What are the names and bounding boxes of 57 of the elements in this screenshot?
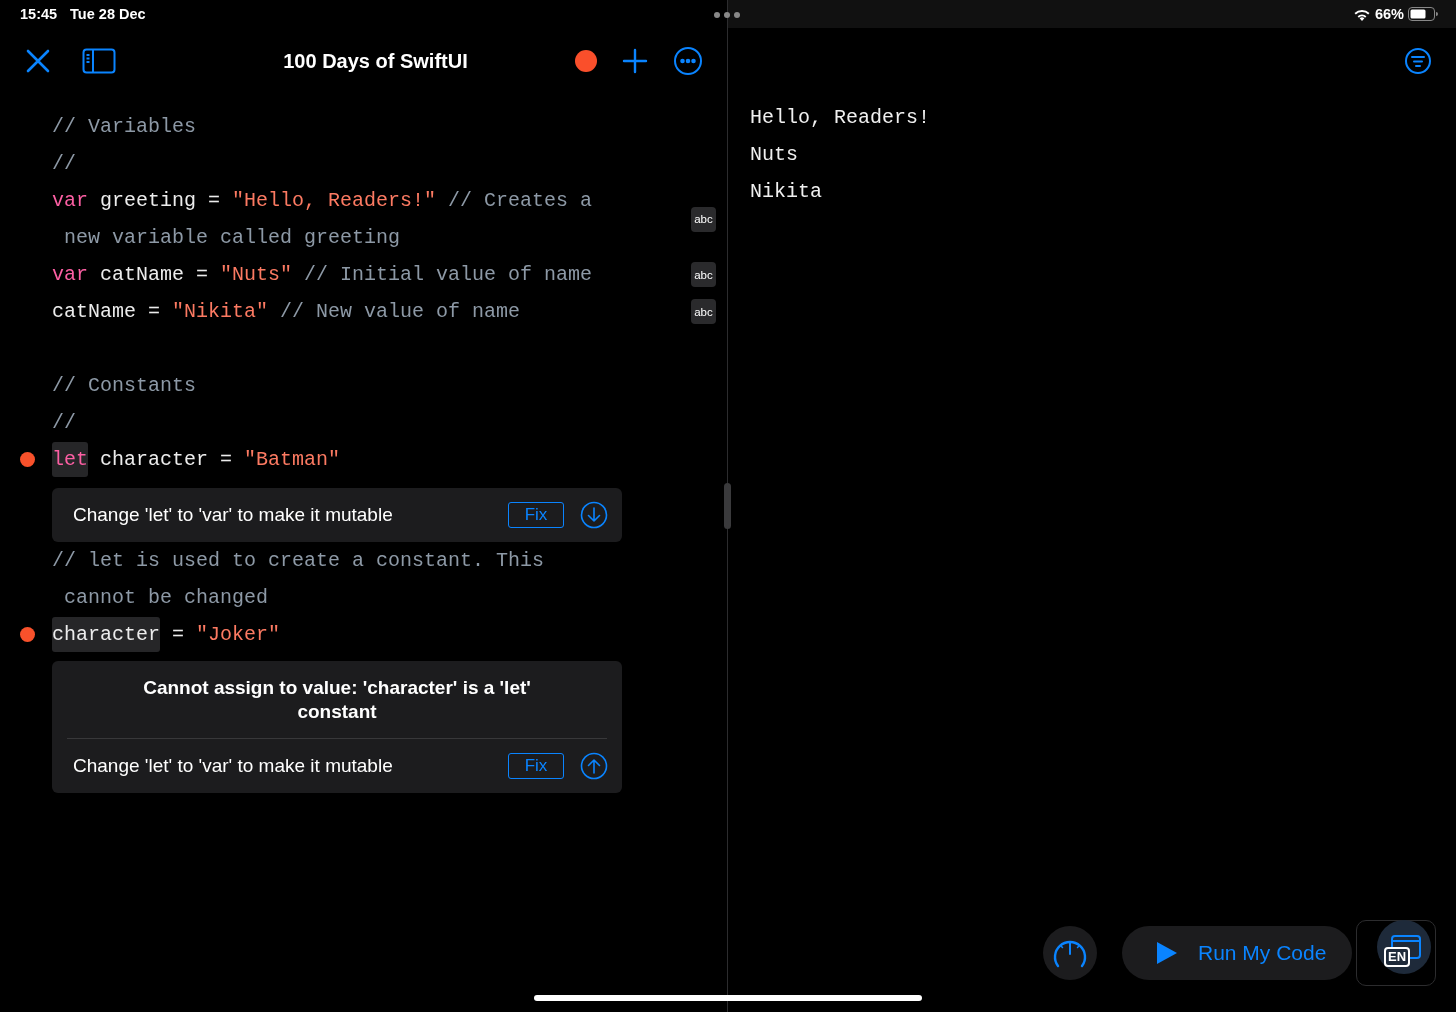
more-icon[interactable] — [673, 46, 703, 76]
code-token: // Creates a — [447, 189, 593, 212]
fix-suggestion: Change 'let' to 'var' to make it mutable — [73, 755, 394, 777]
result-badge[interactable]: abc — [691, 299, 716, 324]
code-token: new variable called greeting — [63, 226, 401, 249]
result-badge[interactable]: abc — [691, 206, 716, 232]
error-marker[interactable] — [20, 627, 35, 642]
status-time: 15:45 — [20, 6, 58, 22]
output-line: Hello, Readers! — [750, 105, 932, 131]
run-button[interactable]: Run My Code — [1122, 926, 1352, 980]
sidebar-icon[interactable] — [82, 48, 116, 74]
code-token: // Initial value of name — [303, 263, 593, 286]
close-icon[interactable] — [24, 47, 52, 75]
code-token: // — [52, 411, 76, 434]
multitasking-dots-icon[interactable] — [713, 11, 741, 19]
filter-icon[interactable] — [1404, 47, 1432, 75]
keyboard-button[interactable]: EN — [1356, 920, 1436, 986]
code-token: // let is used to create a constant. This — [52, 549, 545, 572]
error-message: Cannot assign to value: 'character' is a 'let' constant — [142, 676, 532, 724]
fix-suggestion: Change 'let' to 'var' to make it mutable — [73, 504, 394, 526]
status-date: Tue 28 Dec — [70, 6, 146, 22]
result-badge[interactable]: abc — [691, 262, 716, 287]
speed-button[interactable] — [1043, 926, 1097, 980]
fix-button[interactable]: Fix — [508, 502, 564, 528]
record-indicator[interactable] — [575, 50, 597, 72]
code-token: "Batman" — [244, 448, 341, 471]
fix-button[interactable]: Fix — [508, 753, 564, 779]
output-line: Nikita — [750, 179, 823, 205]
code-token: character — [52, 617, 161, 652]
add-icon[interactable] — [621, 47, 649, 75]
code-token: // Constants — [52, 374, 197, 397]
code-token: "Joker" — [196, 623, 281, 646]
code-token: cannot be changed — [63, 586, 269, 609]
code-token: var — [52, 189, 88, 212]
document-title: 100 Days of SwiftUI — [282, 49, 469, 73]
code-token: var — [52, 263, 88, 286]
code-token: "Nikita" — [172, 300, 269, 323]
code-token: = — [171, 623, 186, 646]
split-handle[interactable] — [724, 483, 731, 529]
code-token: // — [52, 152, 76, 175]
output-line: Nuts — [750, 142, 799, 168]
code-token: greeting = — [99, 189, 222, 212]
code-token: "Hello, Readers!" — [232, 189, 437, 212]
error-marker[interactable] — [20, 452, 35, 467]
code-token: let — [52, 442, 88, 477]
wifi-icon — [1352, 7, 1371, 21]
arrow-up-circle-icon[interactable] — [580, 752, 608, 780]
play-icon — [1156, 941, 1178, 965]
code-token: character = — [99, 448, 234, 471]
code-token: // New value of name — [279, 300, 521, 323]
code-token: catName = — [99, 263, 210, 286]
code-token: "Nuts" — [220, 263, 293, 286]
battery-icon — [1408, 7, 1438, 21]
code-token: // Variables — [52, 115, 197, 138]
battery-percentage: 66% — [1374, 6, 1404, 22]
arrow-down-circle-icon[interactable] — [580, 501, 608, 529]
code-token: catName = — [52, 300, 162, 323]
